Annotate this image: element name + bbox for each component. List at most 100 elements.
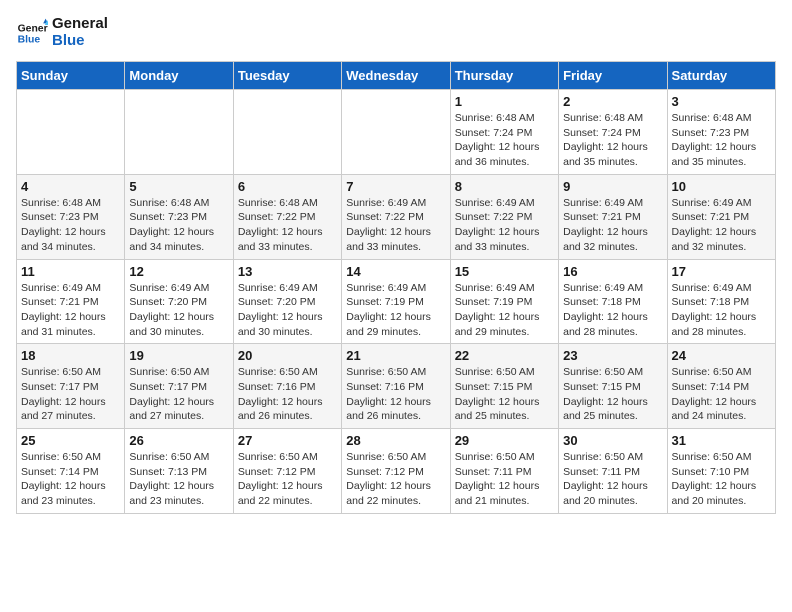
logo-blue-text: Blue xyxy=(52,33,108,50)
day-number: 7 xyxy=(346,179,445,194)
calendar-cell: 14 Sunrise: 6:49 AM Sunset: 7:19 PM Dayli… xyxy=(342,259,450,344)
day-header-thursday: Thursday xyxy=(450,62,558,90)
day-number: 10 xyxy=(672,179,771,194)
day-header-saturday: Saturday xyxy=(667,62,775,90)
day-info: Sunrise: 6:50 AM Sunset: 7:13 PM Dayligh… xyxy=(129,450,228,509)
day-number: 12 xyxy=(129,264,228,279)
day-number: 20 xyxy=(238,348,337,363)
calendar-cell: 1Sunrise: 6:48 AM Sunset: 7:24 PM Daylig… xyxy=(450,90,558,175)
day-info: Sunrise: 6:50 AM Sunset: 7:17 PM Dayligh… xyxy=(129,365,228,424)
day-number: 29 xyxy=(455,433,554,448)
calendar-cell xyxy=(342,90,450,175)
calendar-cell: 10 Sunrise: 6:49 AM Sunset: 7:21 PM Dayli… xyxy=(667,174,775,259)
day-info: Sunrise: 6:49 AM Sunset: 7:20 PM Dayligh… xyxy=(129,281,228,340)
calendar-cell: 19 Sunrise: 6:50 AM Sunset: 7:17 PM Dayli… xyxy=(125,344,233,429)
calendar-cell: 9Sunrise: 6:49 AM Sunset: 7:21 PM Daylig… xyxy=(559,174,667,259)
day-info: Sunrise: 6:49 AM Sunset: 7:19 PM Dayligh… xyxy=(346,281,445,340)
day-info: Sunrise: 6:50 AM Sunset: 7:12 PM Dayligh… xyxy=(238,450,337,509)
day-number: 11 xyxy=(21,264,120,279)
day-header-monday: Monday xyxy=(125,62,233,90)
day-number: 5 xyxy=(129,179,228,194)
day-number: 16 xyxy=(563,264,662,279)
calendar-week-row: 1Sunrise: 6:48 AM Sunset: 7:24 PM Daylig… xyxy=(17,90,776,175)
calendar-cell: 29Sunrise: 6:50 AM Sunset: 7:11 PM Dayli… xyxy=(450,429,558,514)
calendar-cell: 5 Sunrise: 6:48 AM Sunset: 7:23 PM Daylig… xyxy=(125,174,233,259)
calendar-week-row: 25Sunrise: 6:50 AM Sunset: 7:14 PM Dayli… xyxy=(17,429,776,514)
day-number: 14 xyxy=(346,264,445,279)
calendar-cell: 12 Sunrise: 6:49 AM Sunset: 7:20 PM Dayli… xyxy=(125,259,233,344)
calendar-cell: 6 Sunrise: 6:48 AM Sunset: 7:22 PM Daylig… xyxy=(233,174,341,259)
svg-text:General: General xyxy=(18,23,48,34)
calendar-cell: 8Sunrise: 6:49 AM Sunset: 7:22 PM Daylig… xyxy=(450,174,558,259)
calendar-cell: 30 Sunrise: 6:50 AM Sunset: 7:11 PM Dayli… xyxy=(559,429,667,514)
calendar-header-row: SundayMondayTuesdayWednesdayThursdayFrid… xyxy=(17,62,776,90)
day-number: 4 xyxy=(21,179,120,194)
calendar-cell: 24Sunrise: 6:50 AM Sunset: 7:14 PM Dayli… xyxy=(667,344,775,429)
calendar-cell: 16 Sunrise: 6:49 AM Sunset: 7:18 PM Dayli… xyxy=(559,259,667,344)
calendar-cell: 17 Sunrise: 6:49 AM Sunset: 7:18 PM Dayli… xyxy=(667,259,775,344)
calendar-cell: 31 Sunrise: 6:50 AM Sunset: 7:10 PM Dayli… xyxy=(667,429,775,514)
svg-text:Blue: Blue xyxy=(18,34,41,45)
day-number: 18 xyxy=(21,348,120,363)
calendar-cell: 4 Sunrise: 6:48 AM Sunset: 7:23 PM Daylig… xyxy=(17,174,125,259)
calendar-table: SundayMondayTuesdayWednesdayThursdayFrid… xyxy=(16,61,776,514)
header: General Blue General Blue xyxy=(16,16,776,49)
day-info: Sunrise: 6:50 AM Sunset: 7:16 PM Dayligh… xyxy=(346,365,445,424)
day-info: Sunrise: 6:50 AM Sunset: 7:17 PM Dayligh… xyxy=(21,365,120,424)
day-info: Sunrise: 6:48 AM Sunset: 7:23 PM Dayligh… xyxy=(129,196,228,255)
calendar-cell: 2Sunrise: 6:48 AM Sunset: 7:24 PM Daylig… xyxy=(559,90,667,175)
day-number: 15 xyxy=(455,264,554,279)
day-info: Sunrise: 6:50 AM Sunset: 7:15 PM Dayligh… xyxy=(563,365,662,424)
day-info: Sunrise: 6:49 AM Sunset: 7:18 PM Dayligh… xyxy=(563,281,662,340)
calendar-cell xyxy=(17,90,125,175)
calendar-cell: 23 Sunrise: 6:50 AM Sunset: 7:15 PM Dayli… xyxy=(559,344,667,429)
day-number: 3 xyxy=(672,94,771,109)
day-info: Sunrise: 6:48 AM Sunset: 7:23 PM Dayligh… xyxy=(672,111,771,170)
day-number: 28 xyxy=(346,433,445,448)
day-number: 30 xyxy=(563,433,662,448)
calendar-cell: 28Sunrise: 6:50 AM Sunset: 7:12 PM Dayli… xyxy=(342,429,450,514)
day-number: 22 xyxy=(455,348,554,363)
day-number: 2 xyxy=(563,94,662,109)
day-info: Sunrise: 6:50 AM Sunset: 7:10 PM Dayligh… xyxy=(672,450,771,509)
calendar-week-row: 11 Sunrise: 6:49 AM Sunset: 7:21 PM Dayli… xyxy=(17,259,776,344)
day-number: 23 xyxy=(563,348,662,363)
day-number: 27 xyxy=(238,433,337,448)
day-info: Sunrise: 6:49 AM Sunset: 7:20 PM Dayligh… xyxy=(238,281,337,340)
calendar-cell: 3 Sunrise: 6:48 AM Sunset: 7:23 PM Daylig… xyxy=(667,90,775,175)
day-number: 8 xyxy=(455,179,554,194)
day-info: Sunrise: 6:48 AM Sunset: 7:23 PM Dayligh… xyxy=(21,196,120,255)
calendar-cell: 21Sunrise: 6:50 AM Sunset: 7:16 PM Dayli… xyxy=(342,344,450,429)
day-info: Sunrise: 6:49 AM Sunset: 7:21 PM Dayligh… xyxy=(563,196,662,255)
day-header-tuesday: Tuesday xyxy=(233,62,341,90)
calendar-cell: 7Sunrise: 6:49 AM Sunset: 7:22 PM Daylig… xyxy=(342,174,450,259)
day-header-friday: Friday xyxy=(559,62,667,90)
day-number: 17 xyxy=(672,264,771,279)
calendar-cell: 11 Sunrise: 6:49 AM Sunset: 7:21 PM Dayli… xyxy=(17,259,125,344)
day-number: 31 xyxy=(672,433,771,448)
day-number: 19 xyxy=(129,348,228,363)
day-info: Sunrise: 6:49 AM Sunset: 7:21 PM Dayligh… xyxy=(672,196,771,255)
day-number: 1 xyxy=(455,94,554,109)
day-header-sunday: Sunday xyxy=(17,62,125,90)
day-info: Sunrise: 6:50 AM Sunset: 7:11 PM Dayligh… xyxy=(563,450,662,509)
calendar-cell: 15 Sunrise: 6:49 AM Sunset: 7:19 PM Dayli… xyxy=(450,259,558,344)
calendar-cell: 13Sunrise: 6:49 AM Sunset: 7:20 PM Dayli… xyxy=(233,259,341,344)
day-info: Sunrise: 6:49 AM Sunset: 7:21 PM Dayligh… xyxy=(21,281,120,340)
logo-general-text: General xyxy=(52,16,108,33)
calendar-cell: 18 Sunrise: 6:50 AM Sunset: 7:17 PM Dayli… xyxy=(17,344,125,429)
day-number: 6 xyxy=(238,179,337,194)
day-info: Sunrise: 6:50 AM Sunset: 7:16 PM Dayligh… xyxy=(238,365,337,424)
day-header-wednesday: Wednesday xyxy=(342,62,450,90)
day-info: Sunrise: 6:49 AM Sunset: 7:18 PM Dayligh… xyxy=(672,281,771,340)
day-info: Sunrise: 6:49 AM Sunset: 7:19 PM Dayligh… xyxy=(455,281,554,340)
day-number: 25 xyxy=(21,433,120,448)
calendar-week-row: 18 Sunrise: 6:50 AM Sunset: 7:17 PM Dayli… xyxy=(17,344,776,429)
day-info: Sunrise: 6:48 AM Sunset: 7:22 PM Dayligh… xyxy=(238,196,337,255)
calendar-cell: 22 Sunrise: 6:50 AM Sunset: 7:15 PM Dayli… xyxy=(450,344,558,429)
day-info: Sunrise: 6:50 AM Sunset: 7:15 PM Dayligh… xyxy=(455,365,554,424)
calendar-week-row: 4 Sunrise: 6:48 AM Sunset: 7:23 PM Daylig… xyxy=(17,174,776,259)
logo: General Blue General Blue xyxy=(16,16,108,49)
calendar-cell: 26 Sunrise: 6:50 AM Sunset: 7:13 PM Dayli… xyxy=(125,429,233,514)
day-number: 26 xyxy=(129,433,228,448)
